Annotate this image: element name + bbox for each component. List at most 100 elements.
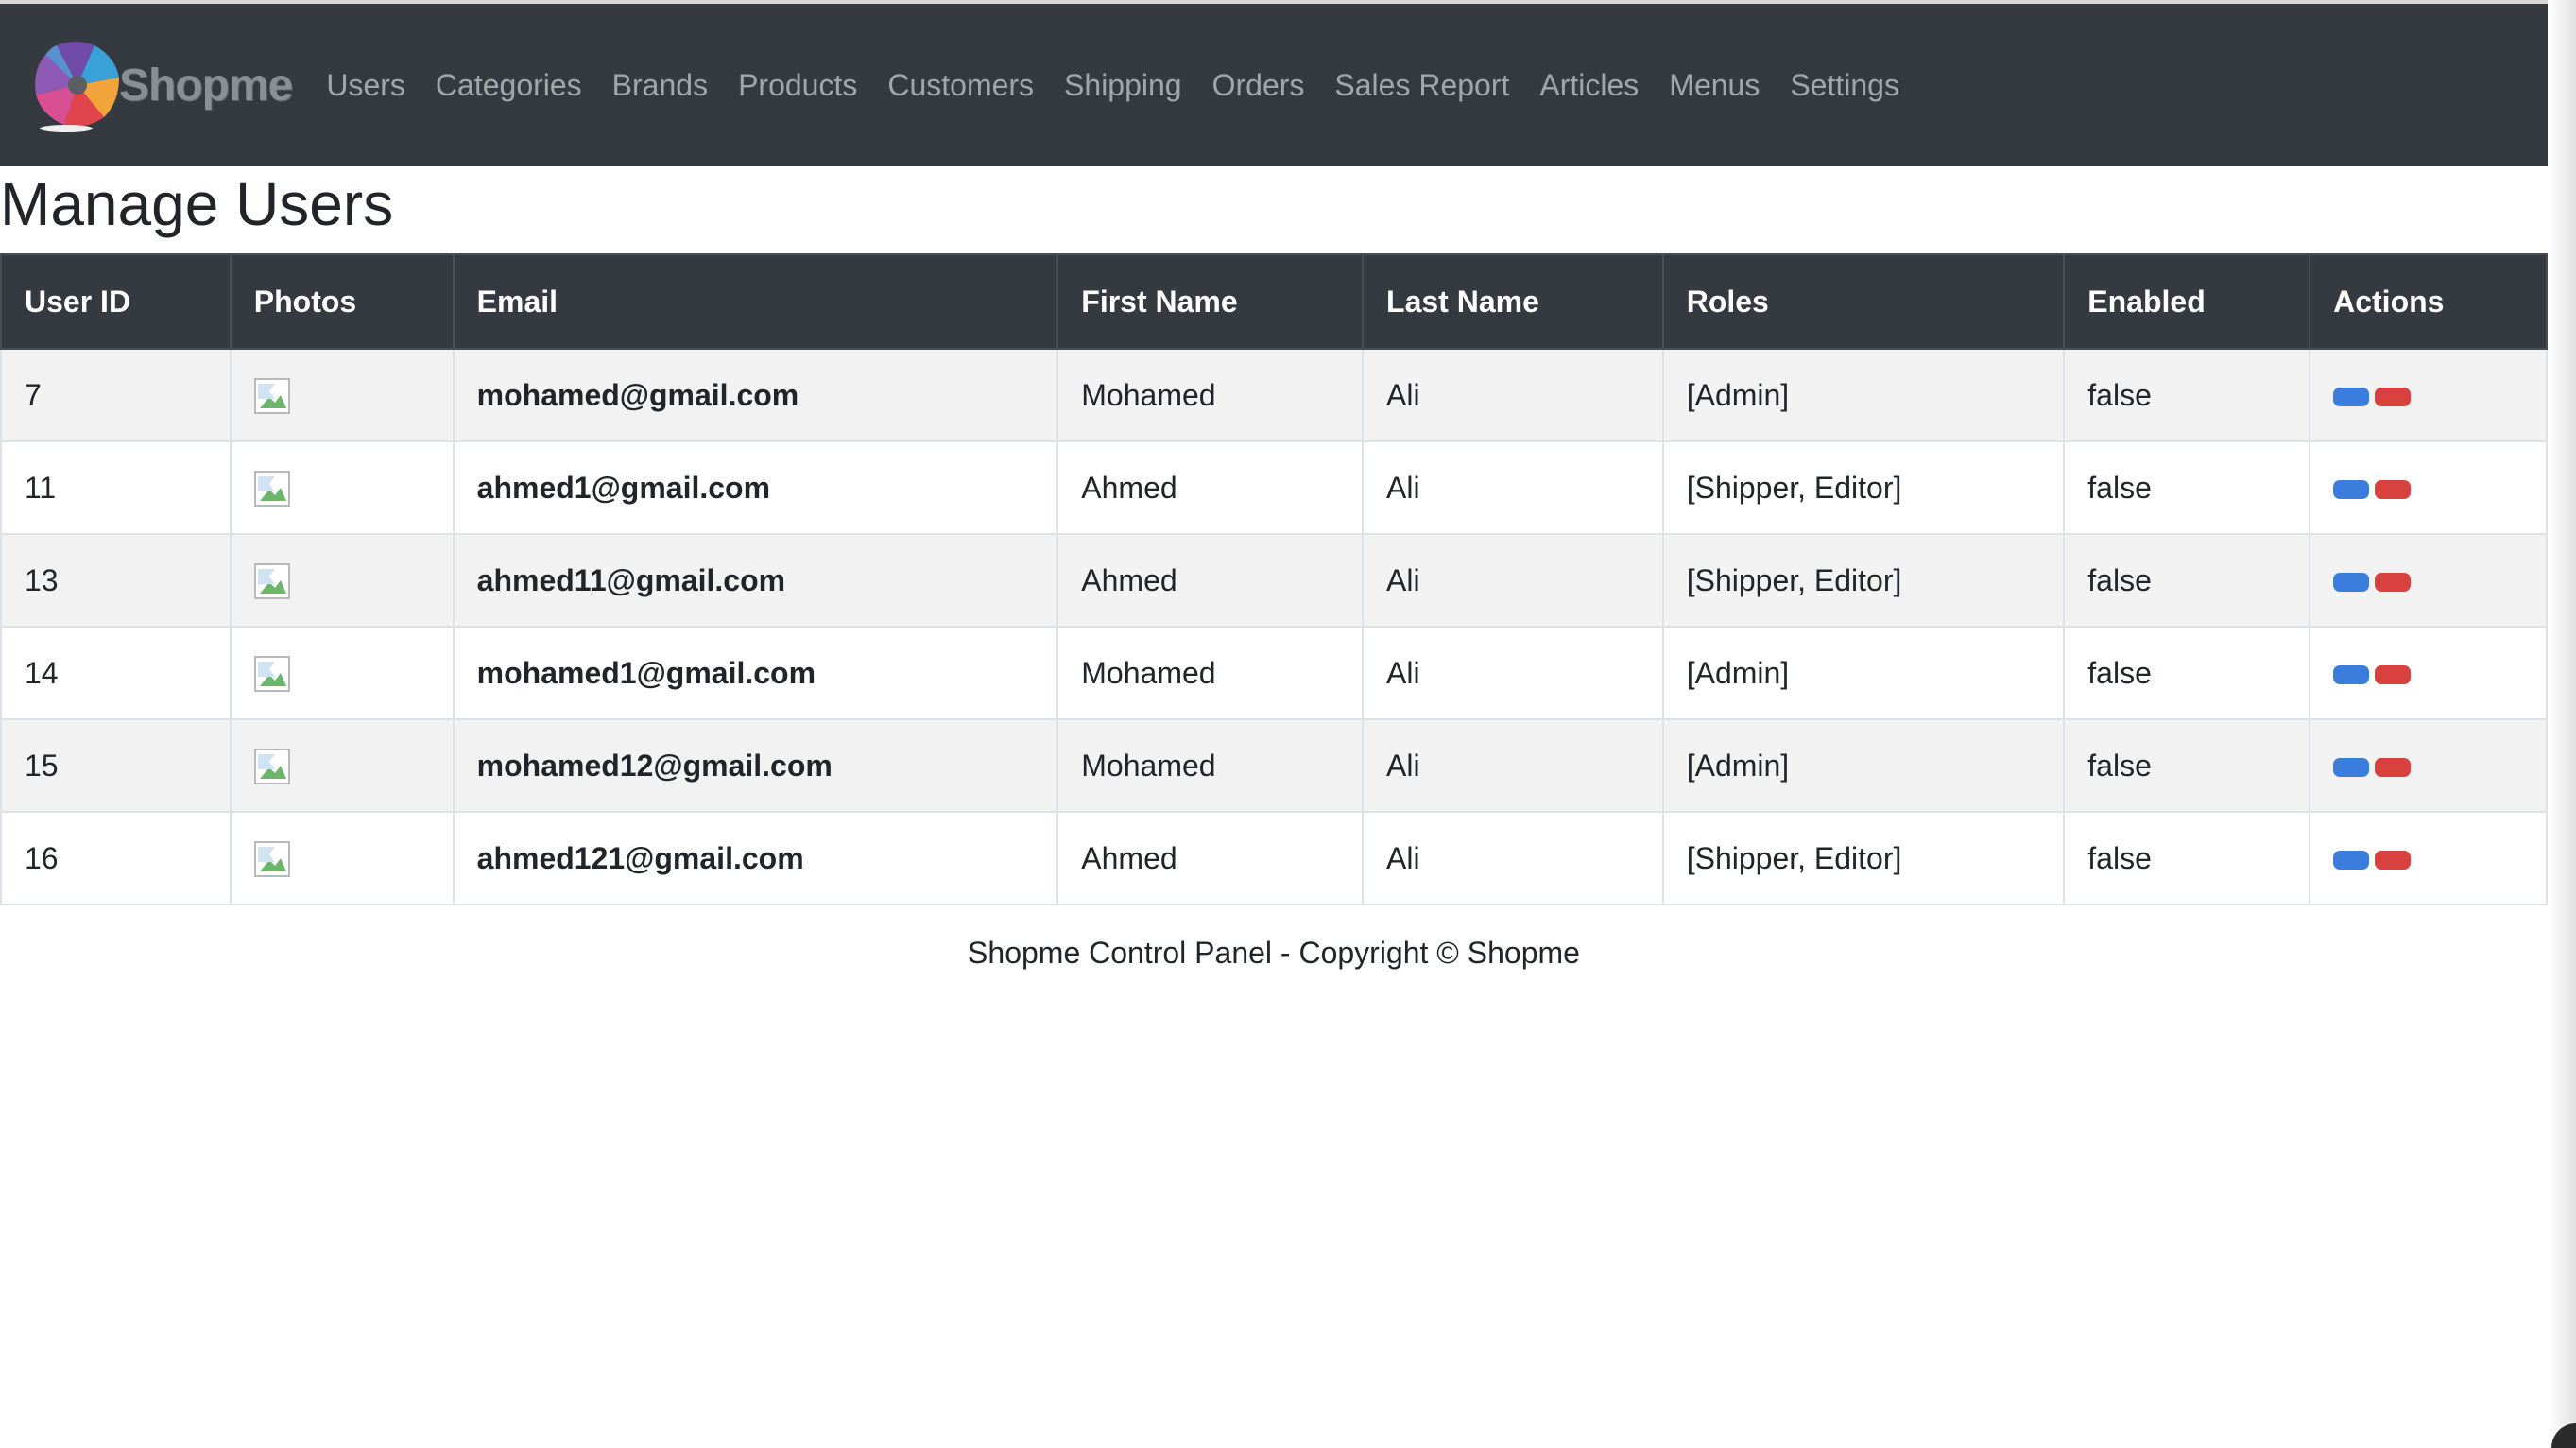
first-name-cell: Mohamed — [1056, 348, 1365, 442]
delete-button[interactable] — [2375, 480, 2412, 500]
roles-cell: [Shipper, Editor] — [1661, 811, 2066, 905]
delete-button[interactable] — [2375, 851, 2412, 871]
actions-cell — [2309, 626, 2548, 720]
window-edge-shadow — [2548, 0, 2576, 1448]
column-header-actions: Actions — [2309, 253, 2548, 350]
nav-link-orders[interactable]: Orders — [1197, 68, 1320, 103]
shopme-logo-icon — [35, 42, 119, 132]
column-header-enabled: Enabled — [2063, 253, 2311, 350]
edit-button[interactable] — [2333, 480, 2370, 500]
roles-cell: [Admin] — [1661, 348, 2066, 442]
last-name-cell: Ali — [1362, 811, 1664, 905]
users-table: User ID Photos Email First Name Last Nam… — [0, 253, 2548, 905]
broken-image-icon — [253, 655, 290, 692]
header-row: User ID Photos Email First Name Last Nam… — [0, 253, 2548, 350]
nav-link-products[interactable]: Products — [723, 68, 872, 103]
roles-cell: [Admin] — [1661, 626, 2066, 720]
actions-cell — [2309, 533, 2548, 628]
enabled-cell: false — [2063, 718, 2311, 813]
column-header-first-name: First Name — [1056, 253, 1365, 350]
column-header-last-name: Last Name — [1362, 253, 1664, 350]
column-header-photos: Photos — [229, 253, 455, 350]
photo-cell — [229, 626, 455, 720]
table-row: 11 ahmed1@gmail.com Ahmed Ali [Shipper, … — [0, 440, 2548, 535]
enabled-cell: false — [2063, 533, 2311, 628]
email-cell: ahmed121@gmail.com — [452, 811, 1059, 905]
broken-image-icon — [253, 748, 290, 784]
delete-button[interactable] — [2375, 388, 2412, 407]
last-name-cell: Ali — [1362, 626, 1664, 720]
footer-copyright: Shopme Control Panel - Copyright © Shopm… — [968, 936, 1580, 970]
first-name-cell: Ahmed — [1056, 440, 1365, 535]
brand-logo[interactable]: Shopme — [28, 33, 293, 137]
table-row: 15 mohamed12@gmail.com Mohamed Ali [Admi… — [0, 718, 2548, 813]
photo-cell — [229, 533, 455, 628]
email-cell: ahmed1@gmail.com — [452, 440, 1059, 535]
edit-button[interactable] — [2333, 573, 2370, 593]
broken-image-icon — [253, 470, 290, 507]
delete-button[interactable] — [2375, 573, 2412, 593]
actions-cell — [2309, 440, 2548, 535]
nav-link-settings[interactable]: Settings — [1775, 68, 1915, 103]
edit-button[interactable] — [2333, 758, 2370, 778]
enabled-cell: false — [2063, 348, 2311, 442]
page: Shopme Users Categories Brands Products … — [0, 0, 2576, 1448]
edit-button[interactable] — [2333, 851, 2370, 871]
enabled-cell: false — [2063, 626, 2311, 720]
table-row: 16 ahmed121@gmail.com Ahmed Ali [Shipper… — [0, 811, 2548, 905]
email-cell: mohamed@gmail.com — [452, 348, 1059, 442]
column-header-email: Email — [452, 253, 1059, 350]
actions-cell — [2309, 348, 2548, 442]
first-name-cell: Mohamed — [1056, 626, 1365, 720]
first-name-cell: Mohamed — [1056, 718, 1365, 813]
user-id-cell: 16 — [0, 811, 232, 905]
page-title: Manage Users — [0, 170, 394, 238]
nav-link-articles[interactable]: Articles — [1524, 68, 1654, 103]
email-cell: mohamed12@gmail.com — [452, 718, 1059, 813]
edit-button[interactable] — [2333, 665, 2370, 685]
navbar: Shopme Users Categories Brands Products … — [0, 4, 2548, 166]
brand-name: Shopme — [119, 60, 293, 111]
broken-image-icon — [253, 377, 290, 414]
photo-cell — [229, 348, 455, 442]
table-header: User ID Photos Email First Name Last Nam… — [0, 253, 2548, 350]
user-id-cell: 11 — [0, 440, 232, 535]
nav-link-users[interactable]: Users — [311, 68, 421, 103]
edit-button[interactable] — [2333, 388, 2370, 407]
table-row: 14 mohamed1@gmail.com Mohamed Ali [Admin… — [0, 626, 2548, 720]
last-name-cell: Ali — [1362, 718, 1664, 813]
column-header-roles: Roles — [1661, 253, 2066, 350]
actions-cell — [2309, 718, 2548, 813]
nav-link-brands[interactable]: Brands — [597, 68, 723, 103]
broken-image-icon — [253, 840, 290, 877]
nav-link-shipping[interactable]: Shipping — [1049, 68, 1197, 103]
enabled-cell: false — [2063, 440, 2311, 535]
last-name-cell: Ali — [1362, 348, 1664, 442]
nav-links: Users Categories Brands Products Custome… — [311, 68, 1915, 103]
nav-link-menus[interactable]: Menus — [1654, 68, 1775, 103]
email-cell: ahmed11@gmail.com — [452, 533, 1059, 628]
first-name-cell: Ahmed — [1056, 811, 1365, 905]
nav-link-categories[interactable]: Categories — [421, 68, 597, 103]
email-cell: mohamed1@gmail.com — [452, 626, 1059, 720]
delete-button[interactable] — [2375, 758, 2412, 778]
user-id-cell: 15 — [0, 718, 232, 813]
last-name-cell: Ali — [1362, 533, 1664, 628]
table-body: 7 mohamed@gmail.com Mohamed Ali [Admin] … — [0, 348, 2548, 905]
photo-cell — [229, 811, 455, 905]
delete-button[interactable] — [2375, 665, 2412, 685]
nav-link-customers[interactable]: Customers — [872, 68, 1049, 103]
user-id-cell: 14 — [0, 626, 232, 720]
nav-link-sales-report[interactable]: Sales Report — [1319, 68, 1524, 103]
broken-image-icon — [253, 562, 290, 599]
table-row: 13 ahmed11@gmail.com Ahmed Ali [Shipper,… — [0, 533, 2548, 628]
column-header-user-id: User ID — [0, 253, 232, 350]
actions-cell — [2309, 811, 2548, 905]
roles-cell: [Shipper, Editor] — [1661, 440, 2066, 535]
last-name-cell: Ali — [1362, 440, 1664, 535]
first-name-cell: Ahmed — [1056, 533, 1365, 628]
roles-cell: [Admin] — [1661, 718, 2066, 813]
photo-cell — [229, 440, 455, 535]
user-id-cell: 7 — [0, 348, 232, 442]
roles-cell: [Shipper, Editor] — [1661, 533, 2066, 628]
